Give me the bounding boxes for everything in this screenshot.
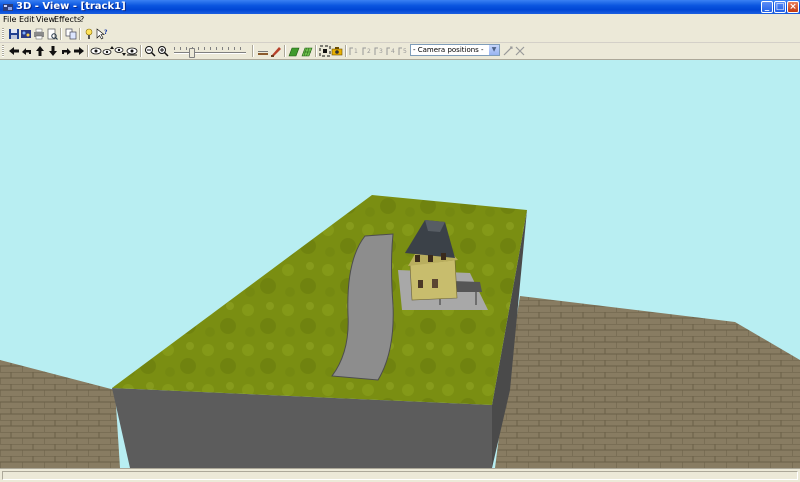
maximize-button[interactable]: □	[774, 1, 786, 13]
window-title: 3D - View - [track1]	[16, 1, 126, 12]
rotate-left-icon[interactable]	[21, 45, 33, 57]
eye-up-icon[interactable]	[102, 45, 114, 57]
toolbar-separator	[315, 45, 317, 57]
app-icon[interactable]	[2, 1, 14, 13]
toolbar-separator	[252, 45, 254, 57]
menu-help[interactable]: ?	[80, 14, 84, 26]
arrow-down-icon[interactable]	[47, 45, 59, 57]
eye-reset-icon[interactable]	[126, 45, 138, 57]
track-icon[interactable]	[257, 45, 269, 57]
menu-file[interactable]: File	[3, 14, 16, 26]
chevron-down-icon[interactable]: ▼	[489, 45, 499, 55]
rotate-right-icon[interactable]	[60, 45, 72, 57]
toolbar-grip[interactable]	[2, 28, 4, 40]
floor-tiles-left	[0, 360, 120, 468]
arrow-right-icon[interactable]	[73, 45, 85, 57]
save-icon[interactable]	[8, 28, 20, 40]
grid-icon[interactable]	[301, 45, 313, 57]
camera-clear-icon[interactable]	[514, 45, 526, 57]
camera-positions-select[interactable]: - Camera positions - ▼	[410, 44, 500, 56]
camera-pos-4-icon[interactable]: 4	[385, 45, 397, 57]
slider-ticks	[174, 47, 246, 50]
view-toolbar: 1 2 3 4 5	[0, 43, 800, 60]
close-button[interactable]: ×	[787, 1, 799, 13]
export-icon[interactable]	[20, 28, 32, 40]
status-bar	[0, 468, 800, 482]
zoom-out-icon[interactable]	[144, 45, 156, 57]
main-toolbar: ?	[0, 26, 800, 43]
arrow-left-icon[interactable]	[8, 45, 20, 57]
arrow-up-icon[interactable]	[34, 45, 46, 57]
zoom-in-icon[interactable]	[157, 45, 169, 57]
maximize-icon: □	[775, 2, 785, 12]
svg-text:?: ?	[104, 29, 108, 36]
close-icon: ×	[789, 2, 797, 12]
toolbar-separator	[79, 28, 81, 40]
3d-viewport[interactable]	[0, 60, 800, 468]
svg-text:2: 2	[367, 48, 371, 55]
svg-text:1: 1	[354, 48, 358, 55]
slider-track	[174, 52, 246, 54]
eye-icon[interactable]	[90, 45, 102, 57]
toolbar-separator	[284, 45, 286, 57]
info-icon[interactable]	[83, 28, 95, 40]
terrain-brush-icon[interactable]	[270, 45, 282, 57]
minimize-icon: _	[764, 2, 770, 12]
status-pane	[2, 471, 798, 480]
title-bar: 3D - View - [track1] _ □ ×	[0, 0, 800, 14]
minimize-button[interactable]: _	[761, 1, 773, 13]
camera-pos-2-icon[interactable]: 2	[361, 45, 373, 57]
camera-set-icon[interactable]	[502, 45, 514, 57]
camera-icon[interactable]	[331, 45, 343, 57]
camera-pos-1-icon[interactable]: 1	[348, 45, 360, 57]
toolbar-separator	[60, 28, 62, 40]
svg-text:5: 5	[403, 48, 407, 55]
toolbar-separator	[87, 45, 89, 57]
camera-positions-value: - Camera positions -	[413, 46, 484, 54]
scene-render	[0, 195, 800, 468]
floor-tiles	[495, 296, 800, 468]
grass-icon[interactable]	[288, 45, 300, 57]
print-preview-icon[interactable]	[46, 28, 58, 40]
eye-down-icon[interactable]	[114, 45, 126, 57]
svg-text:3: 3	[379, 48, 383, 55]
zoom-slider[interactable]	[174, 46, 246, 58]
toolbar-separator	[345, 45, 347, 57]
svg-text:4: 4	[391, 48, 395, 55]
menu-view[interactable]: View	[36, 14, 55, 26]
menu-edit[interactable]: Edit	[19, 14, 35, 26]
toolbar-grip[interactable]	[2, 45, 4, 57]
menu-bar: File Edit View Effects ?	[0, 14, 800, 26]
copy-icon[interactable]	[65, 28, 77, 40]
camera-pos-5-icon[interactable]: 5	[397, 45, 409, 57]
camera-pos-3-icon[interactable]: 3	[373, 45, 385, 57]
menu-effects[interactable]: Effects	[54, 14, 81, 26]
toolbar-separator	[140, 45, 142, 57]
fit-view-icon[interactable]	[319, 45, 331, 57]
print-icon[interactable]	[33, 28, 45, 40]
help-pointer-icon[interactable]: ?	[96, 28, 108, 40]
slider-thumb[interactable]	[189, 48, 195, 58]
